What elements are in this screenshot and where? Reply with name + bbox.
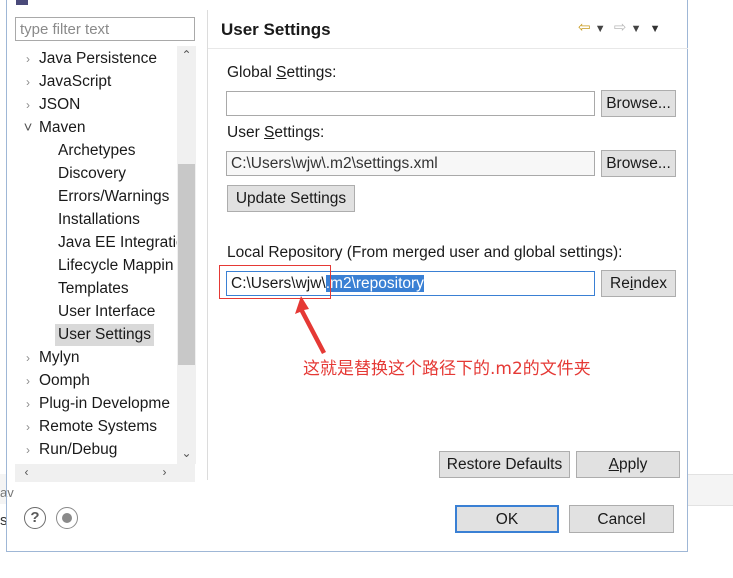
tree-item[interactable]: › Mylyn xyxy=(15,347,82,369)
chevron-right-icon[interactable]: › xyxy=(21,393,35,415)
tree-item-label: Errors/Warnings xyxy=(58,188,170,205)
background-strip-right xyxy=(688,474,733,506)
tree-item-label: Oomph xyxy=(39,372,90,389)
back-menu-chevron-icon[interactable]: ▼ xyxy=(595,23,606,35)
back-arrow-icon[interactable]: ⇦ xyxy=(578,19,591,36)
tree-item-label: Templates xyxy=(58,280,129,297)
chevron-right-icon[interactable]: › xyxy=(21,48,35,70)
user-browse-button[interactable]: Browse... xyxy=(601,150,676,177)
tree-item-label: Maven xyxy=(39,119,86,136)
page-navigation: ⇦ ▼ ⇨ ▼ ▼ xyxy=(578,18,661,36)
window-border-right xyxy=(687,0,688,552)
tree-item-label: Lifecycle Mappin xyxy=(58,257,174,274)
tree-item-label: JavaScript xyxy=(39,73,112,90)
tree-item[interactable]: › Oomph xyxy=(15,370,93,392)
tree-item[interactable]: Installations xyxy=(55,209,143,231)
panel-divider[interactable] xyxy=(207,10,208,480)
annotation-note: 这就是替换这个路径下的.m2的文件夹 xyxy=(303,359,591,379)
global-browse-button[interactable]: Browse... xyxy=(601,90,676,117)
tree-item-label: Java EE Integratio xyxy=(58,234,180,251)
tree-item[interactable]: › JavaScript xyxy=(15,71,114,93)
tree-item[interactable]: › JSON xyxy=(15,94,83,116)
tree-item[interactable]: Archetypes xyxy=(55,140,139,162)
local-repository-path-selected: .m2\repository xyxy=(325,275,424,292)
tree-item[interactable]: › Java Persistence xyxy=(15,48,160,70)
tree-scroll-thumb[interactable] xyxy=(178,164,195,365)
forward-menu-chevron-icon[interactable]: ▼ xyxy=(631,23,642,35)
header-separator xyxy=(208,48,688,49)
record-dot xyxy=(62,513,72,523)
tree-item-label: Archetypes xyxy=(58,142,136,159)
chevron-right-icon[interactable]: › xyxy=(21,71,35,93)
global-settings-label: Global Settings: xyxy=(227,64,337,81)
filter-input[interactable] xyxy=(15,17,195,41)
annotation-arrow-icon xyxy=(295,296,326,354)
tree-item-label: Discovery xyxy=(58,165,127,182)
tree-item-label: User Interface xyxy=(58,303,156,320)
tree-item[interactable]: User Interface xyxy=(55,301,158,323)
view-menu-icon[interactable]: ▼ xyxy=(650,23,661,35)
chevron-right-icon[interactable]: › xyxy=(21,347,35,369)
update-settings-button[interactable]: Update Settings xyxy=(227,185,355,212)
reindex-button[interactable]: Reindex xyxy=(601,270,676,297)
chevron-right-icon[interactable]: › xyxy=(21,416,35,438)
tree-item-label: Plug-in Developme xyxy=(39,395,170,412)
scroll-down-icon[interactable]: ⌄ xyxy=(177,446,196,460)
tree-horizontal-scrollbar[interactable]: ‹ › xyxy=(15,464,195,482)
window-border-bottom xyxy=(6,551,688,552)
scroll-up-icon[interactable]: ⌃ xyxy=(177,48,196,62)
scroll-right-icon[interactable]: › xyxy=(155,465,174,479)
tree-item-label: Mylyn xyxy=(39,349,80,366)
chevron-down-icon[interactable]: ˅ xyxy=(21,117,35,139)
ok-button[interactable]: OK xyxy=(455,505,559,533)
cancel-button[interactable]: Cancel xyxy=(569,505,674,533)
scroll-left-icon[interactable]: ‹ xyxy=(17,465,36,479)
tree-item-label: Run/Debug xyxy=(39,441,118,458)
tree-item[interactable]: Templates xyxy=(55,278,132,300)
restore-defaults-button[interactable]: Restore Defaults xyxy=(439,451,570,478)
user-settings-label: User Settings: xyxy=(227,124,325,141)
window-icon xyxy=(16,0,28,5)
tree-item[interactable]: Discovery xyxy=(55,163,129,185)
tree-item-label: JSON xyxy=(39,96,81,113)
tree-item[interactable]: ˅ Maven xyxy=(15,117,89,139)
apply-button[interactable]: Apply xyxy=(576,451,680,478)
tree-item[interactable]: User Settings xyxy=(55,324,155,346)
forward-arrow-icon[interactable]: ⇨ xyxy=(614,19,627,36)
tree-item[interactable]: › Remote Systems xyxy=(15,416,160,438)
tree-item-label: Java Persistence xyxy=(39,50,158,67)
tree-item-label: User Settings xyxy=(58,326,152,343)
preferences-tree: › Java Persistence › JavaScript › JSON ˅ Maven A… xyxy=(15,46,180,462)
local-repository-label: Local Repository (From merged user and g… xyxy=(227,244,623,261)
tree-item[interactable]: Java EE Integratio xyxy=(55,232,180,254)
tree-item[interactable]: › Plug-in Developme xyxy=(15,393,173,415)
tree-item[interactable]: Lifecycle Mappin xyxy=(55,255,176,277)
window-border-left xyxy=(6,0,7,552)
chevron-right-icon[interactable]: › xyxy=(21,439,35,461)
tree-item[interactable]: Errors/Warnings xyxy=(55,186,172,208)
help-icon[interactable]: ? xyxy=(24,507,46,529)
chevron-right-icon[interactable]: › xyxy=(21,370,35,392)
tree-item-label: Installations xyxy=(58,211,140,228)
chevron-right-icon[interactable]: › xyxy=(21,94,35,116)
tree-item[interactable]: › Run/Debug xyxy=(15,439,120,461)
page-title: User Settings xyxy=(221,20,331,39)
global-settings-field[interactable] xyxy=(226,91,595,116)
tree-item-label: Remote Systems xyxy=(39,418,158,435)
user-settings-field[interactable]: C:\Users\wjw\.m2\settings.xml xyxy=(226,151,595,176)
